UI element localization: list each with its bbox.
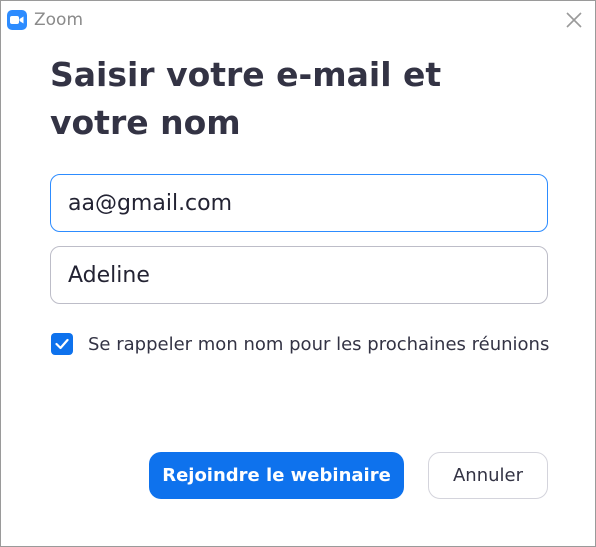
close-icon[interactable]: [563, 9, 585, 31]
name-field[interactable]: [50, 246, 548, 304]
join-webinar-button[interactable]: Rejoindre le webinaire: [149, 452, 404, 499]
remember-label: Se rappeler mon nom pour les prochaines …: [88, 333, 550, 355]
page-title: Saisir votre e-mail et votre nom: [50, 55, 442, 142]
zoom-camera-icon: [7, 10, 27, 30]
email-field[interactable]: [50, 174, 548, 232]
cancel-button[interactable]: Annuler: [428, 452, 548, 499]
remember-checkbox[interactable]: [51, 333, 73, 355]
checkmark-icon: [55, 338, 69, 350]
window-title: Zoom: [34, 10, 84, 30]
title-bar: Zoom: [1, 1, 595, 39]
join-dialog-window: Zoom Saisir votre e-mail et votre nom Se…: [0, 0, 596, 547]
remember-name-option[interactable]: Se rappeler mon nom pour les prochaines …: [51, 333, 549, 355]
